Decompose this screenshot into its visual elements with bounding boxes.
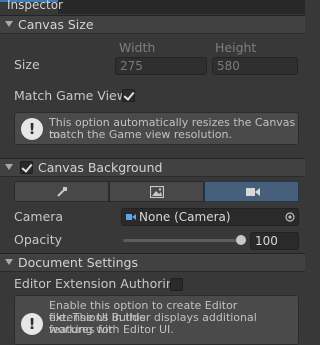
camera-icon [246,188,260,196]
match-game-view-label: Match Game View [14,88,127,103]
canvas-size-help-box: ! This option automatically resizes the … [14,112,299,145]
document-settings-help-line-3: working with Editor UI. [49,323,174,336]
background-mode-camera-button[interactable] [204,181,299,202]
checkmark-icon [21,161,33,173]
tab-inspector[interactable]: Inspector [0,0,63,14]
editor-extension-label: Editor Extension Authoring [14,276,182,291]
canvas-background-title: Canvas Background [38,160,163,175]
document-settings-header[interactable]: Document Settings [0,253,305,272]
info-icon: ! [21,313,43,335]
image-icon [150,186,164,198]
height-header: Height [215,40,257,55]
camera-label: Camera [14,209,64,224]
document-settings-title: Document Settings [18,255,139,270]
match-game-view-checkbox[interactable] [122,89,135,102]
tab-inspector-label: Inspector [7,0,63,12]
background-mode-image-button[interactable] [109,181,204,202]
eyedropper-icon [57,187,67,197]
object-picker-icon[interactable] [285,212,295,222]
canvas-size-help-line-2: match the Game view resolution. [49,128,233,141]
canvas-background-header[interactable]: Canvas Background [0,158,305,177]
tab-bar: Inspector [0,0,305,14]
canvas-size-header[interactable]: Canvas Size [0,15,305,34]
background-mode-color-button[interactable] [14,181,109,202]
opacity-label: Opacity [14,232,63,247]
checkmark-icon [123,89,135,101]
canvas-background-toggle[interactable] [20,161,33,174]
height-field[interactable]: 580 [212,57,298,75]
width-field[interactable]: 275 [115,57,207,75]
info-icon: ! [21,118,43,140]
foldout-arrow-icon[interactable] [5,259,13,265]
camera-icon [126,214,136,220]
width-header: Width [119,40,156,55]
camera-object-field[interactable]: None (Camera) [121,208,299,226]
foldout-arrow-icon[interactable] [5,21,13,27]
foldout-arrow-icon[interactable] [5,164,13,170]
canvas-size-title: Canvas Size [18,17,94,32]
camera-value: None (Camera) [139,210,231,224]
size-label: Size [14,57,40,72]
opacity-slider-track[interactable] [123,239,241,242]
editor-extension-checkbox[interactable] [170,278,183,291]
opacity-slider-thumb[interactable] [236,235,246,245]
opacity-field[interactable]: 100 [250,232,299,250]
